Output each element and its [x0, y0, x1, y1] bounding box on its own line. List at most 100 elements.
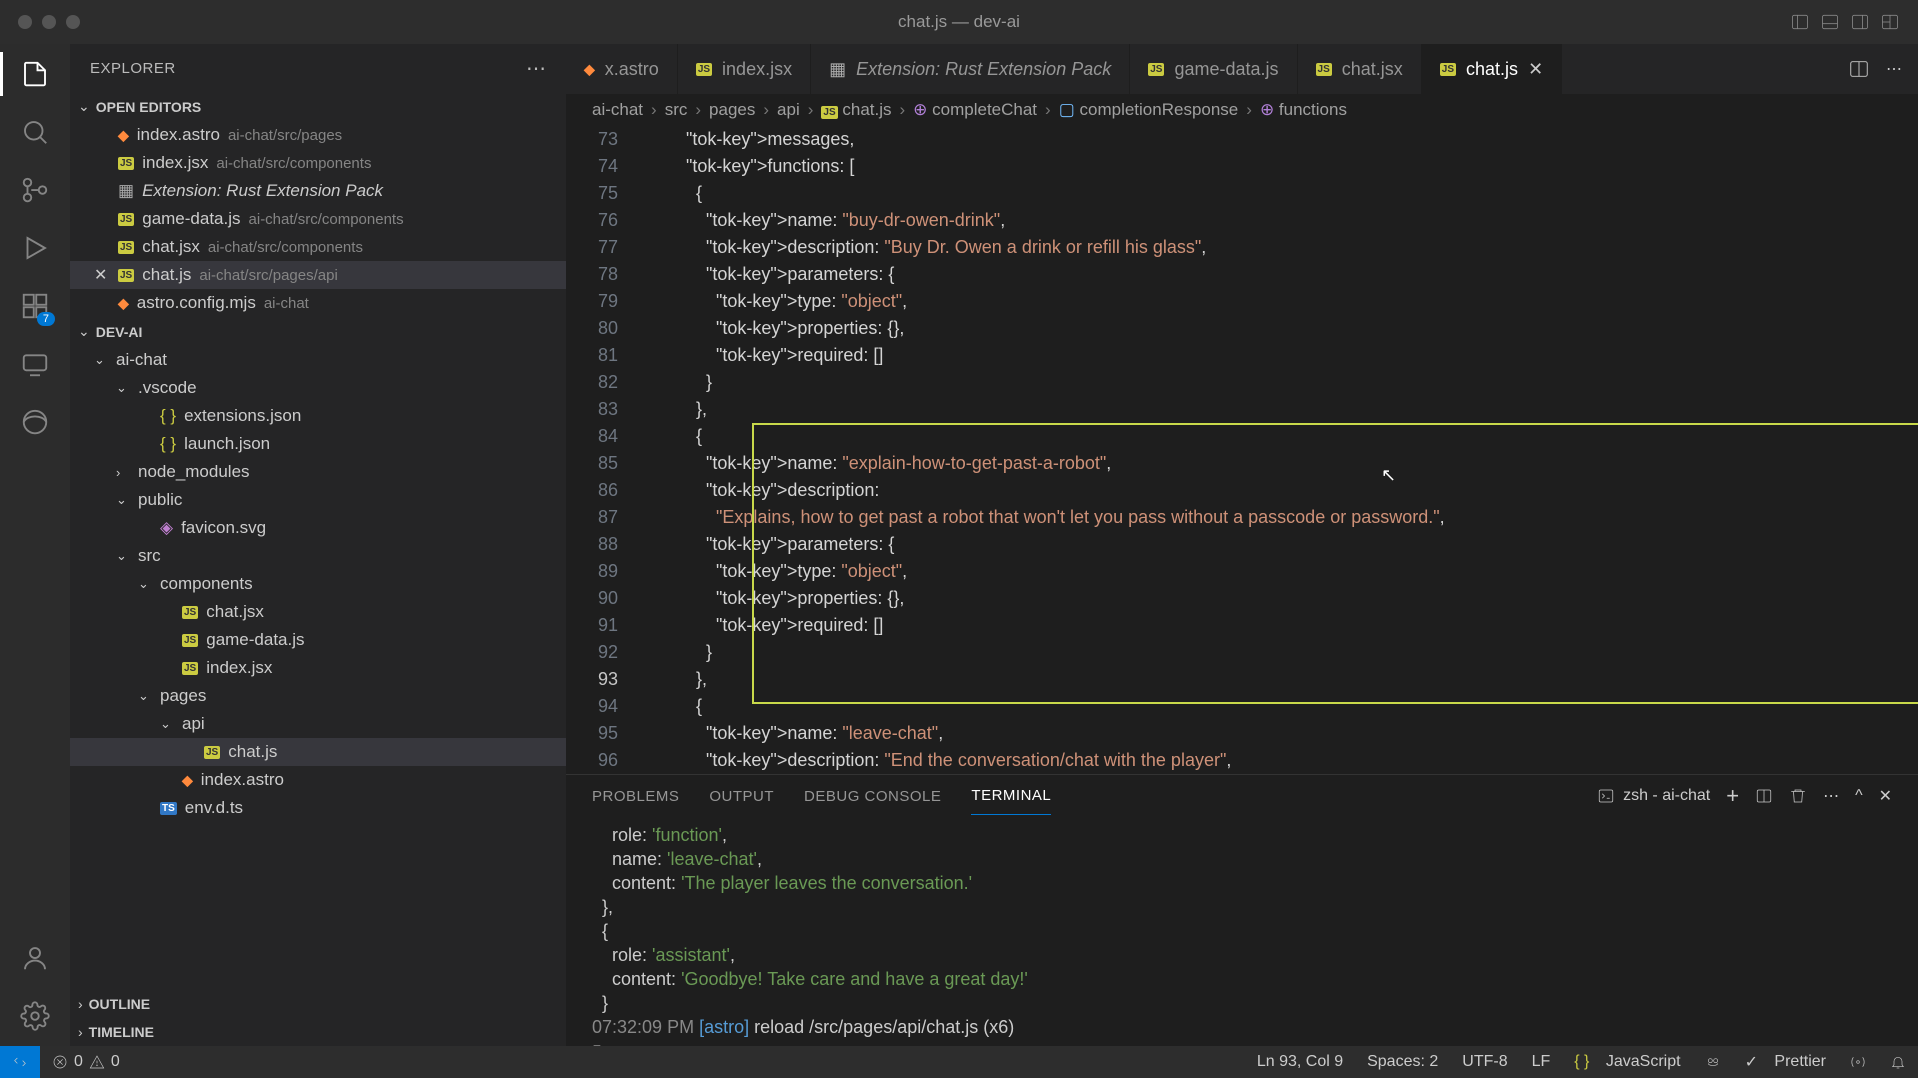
status-broadcast-icon[interactable]	[1838, 1052, 1878, 1072]
panel-bottom-icon[interactable]	[1820, 12, 1840, 32]
open-editor-item[interactable]: ◆astro.config.mjs ai-chat	[70, 289, 566, 317]
folder-item[interactable]: ›node_modules	[70, 458, 566, 486]
editor-tab[interactable]: JSchat.jsx	[1298, 44, 1422, 94]
file-item[interactable]: JSchat.jsx	[70, 598, 566, 626]
sidebar-more-icon[interactable]: ⋯	[526, 56, 546, 81]
breadcrumb-item[interactable]: ▢ completionResponse	[1059, 100, 1239, 120]
status-bell-icon[interactable]	[1878, 1052, 1918, 1072]
tab-more-icon[interactable]: ⋯	[1886, 59, 1902, 79]
timeline-header[interactable]: › TIMELINE	[70, 1018, 566, 1046]
open-editors-header[interactable]: ⌄ OPEN EDITORS	[70, 92, 566, 121]
panel-tab-output[interactable]: OUTPUT	[709, 778, 774, 815]
project-header[interactable]: ⌄ DEV-AI	[70, 317, 566, 346]
activitybar-extensions[interactable]: 7	[17, 288, 53, 324]
editor-tab[interactable]: ▦Extension: Rust Extension Pack	[811, 44, 1130, 94]
split-terminal-icon[interactable]	[1755, 787, 1773, 805]
status-cursor[interactable]: Ln 93, Col 9	[1245, 1052, 1355, 1072]
file-item[interactable]: ◈favicon.svg	[70, 514, 566, 542]
editor-tab[interactable]: JSchat.js✕	[1422, 44, 1562, 94]
tab-close-icon[interactable]: ✕	[1528, 59, 1543, 80]
activitybar-account[interactable]	[17, 940, 53, 976]
folder-item[interactable]: ⌄pages	[70, 682, 566, 710]
breadcrumb-item[interactable]: pages	[709, 100, 755, 120]
layout-controls[interactable]	[1790, 12, 1900, 32]
panel-tab-debug-console[interactable]: DEBUG CONSOLE	[804, 778, 941, 815]
panel-layout-icon[interactable]	[1790, 12, 1810, 32]
open-editor-item[interactable]: ✕JSchat.js ai-chat/src/pages/api	[70, 261, 566, 289]
customize-layout-icon[interactable]	[1880, 12, 1900, 32]
folder-item[interactable]: ⌄components	[70, 570, 566, 598]
breadcrumb-item[interactable]: src	[665, 100, 688, 120]
editor-tab[interactable]: JSindex.jsx	[678, 44, 811, 94]
breadcrumb-item[interactable]: api	[777, 100, 800, 120]
status-problems[interactable]: 0 0	[40, 1053, 132, 1071]
panel-right-icon[interactable]	[1850, 12, 1870, 32]
close-icon[interactable]: ✕	[94, 265, 110, 285]
editor-tab[interactable]: JSgame-data.js	[1130, 44, 1297, 94]
tree-label: pages	[160, 686, 206, 706]
window-controls[interactable]	[18, 15, 80, 29]
folder-item[interactable]: ⌄public	[70, 486, 566, 514]
terminal-selector[interactable]: zsh - ai-chat	[1597, 787, 1710, 805]
open-editor-item[interactable]: ▦Extension: Rust Extension Pack	[70, 177, 566, 205]
activitybar-edge[interactable]	[17, 404, 53, 440]
outline-header[interactable]: › OUTLINE	[70, 990, 566, 1018]
remote-indicator[interactable]	[0, 1046, 40, 1078]
panel-tab-problems[interactable]: PROBLEMS	[592, 778, 679, 815]
open-editor-item[interactable]: JSgame-data.js ai-chat/src/components	[70, 205, 566, 233]
status-prettier[interactable]: ✓ Prettier	[1733, 1052, 1838, 1072]
activitybar-remote[interactable]	[17, 346, 53, 382]
editor-tab[interactable]: ◆x.astro	[566, 44, 678, 94]
status-copilot-icon[interactable]	[1693, 1052, 1733, 1072]
chevron-down-icon: ⌄	[78, 323, 90, 340]
file-name: game-data.js	[142, 209, 240, 229]
breadcrumb-item[interactable]: ai-chat	[592, 100, 643, 120]
folder-item[interactable]: ⌄.vscode	[70, 374, 566, 402]
remote-icon	[12, 1054, 28, 1070]
activitybar-search[interactable]	[17, 114, 53, 150]
terminal-output[interactable]: role: 'function', name: 'leave-chat', co…	[566, 817, 1918, 1046]
panel-more-icon[interactable]: ⋯	[1823, 786, 1839, 806]
open-editor-item[interactable]: JSchat.jsx ai-chat/src/components	[70, 233, 566, 261]
chevron-icon: ⌄	[94, 352, 108, 368]
breadcrumb-item[interactable]: JS chat.js	[821, 100, 891, 120]
tree-label: .vscode	[138, 378, 197, 398]
breadcrumb-item[interactable]: ⊕ functions	[1260, 100, 1347, 120]
breadcrumbs[interactable]: ai-chat›src›pages›api›JS chat.js›⊕ compl…	[566, 94, 1918, 126]
status-language[interactable]: { } JavaScript	[1562, 1052, 1692, 1072]
file-item[interactable]: JSchat.js	[70, 738, 566, 766]
folder-item[interactable]: ⌄ai-chat	[70, 346, 566, 374]
file-item[interactable]: JSgame-data.js	[70, 626, 566, 654]
activitybar-debug[interactable]	[17, 230, 53, 266]
split-editor-icon[interactable]	[1848, 58, 1870, 80]
tree-label: extensions.json	[184, 406, 301, 426]
trash-icon[interactable]	[1789, 787, 1807, 805]
status-encoding[interactable]: UTF-8	[1450, 1052, 1519, 1072]
status-spaces[interactable]: Spaces: 2	[1355, 1052, 1450, 1072]
file-path: ai-chat/src/pages/api	[199, 267, 337, 284]
activitybar-settings[interactable]	[17, 998, 53, 1034]
panel-close-icon[interactable]: ✕	[1879, 786, 1892, 806]
code-editor[interactable]: 7374757677787980818283848586878889909192…	[566, 126, 1918, 774]
tab-label: game-data.js	[1174, 59, 1278, 80]
activitybar-explorer[interactable]	[17, 56, 53, 92]
chevron-right-icon: ›	[78, 996, 83, 1012]
folder-item[interactable]: ⌄src	[70, 542, 566, 570]
extension-icon: ▦	[829, 59, 846, 80]
panel-maximize-icon[interactable]: ^	[1855, 787, 1863, 805]
file-item[interactable]: { }launch.json	[70, 430, 566, 458]
folder-item[interactable]: ⌄api	[70, 710, 566, 738]
file-item[interactable]: { }extensions.json	[70, 402, 566, 430]
open-editor-item[interactable]: JSindex.jsx ai-chat/src/components	[70, 149, 566, 177]
breadcrumb-item[interactable]: ⊕ completeChat	[913, 100, 1037, 120]
json-file-icon: { }	[160, 434, 176, 454]
new-terminal-icon[interactable]: +	[1726, 783, 1739, 809]
file-item[interactable]: TSenv.d.ts	[70, 794, 566, 822]
status-eol[interactable]: LF	[1520, 1052, 1563, 1072]
open-editor-item[interactable]: ◆index.astro ai-chat/src/pages	[70, 121, 566, 149]
function-icon: ⊕	[1260, 100, 1274, 119]
file-item[interactable]: ◆index.astro	[70, 766, 566, 794]
file-item[interactable]: JSindex.jsx	[70, 654, 566, 682]
panel-tab-terminal[interactable]: TERMINAL	[971, 777, 1051, 815]
activitybar-scm[interactable]	[17, 172, 53, 208]
